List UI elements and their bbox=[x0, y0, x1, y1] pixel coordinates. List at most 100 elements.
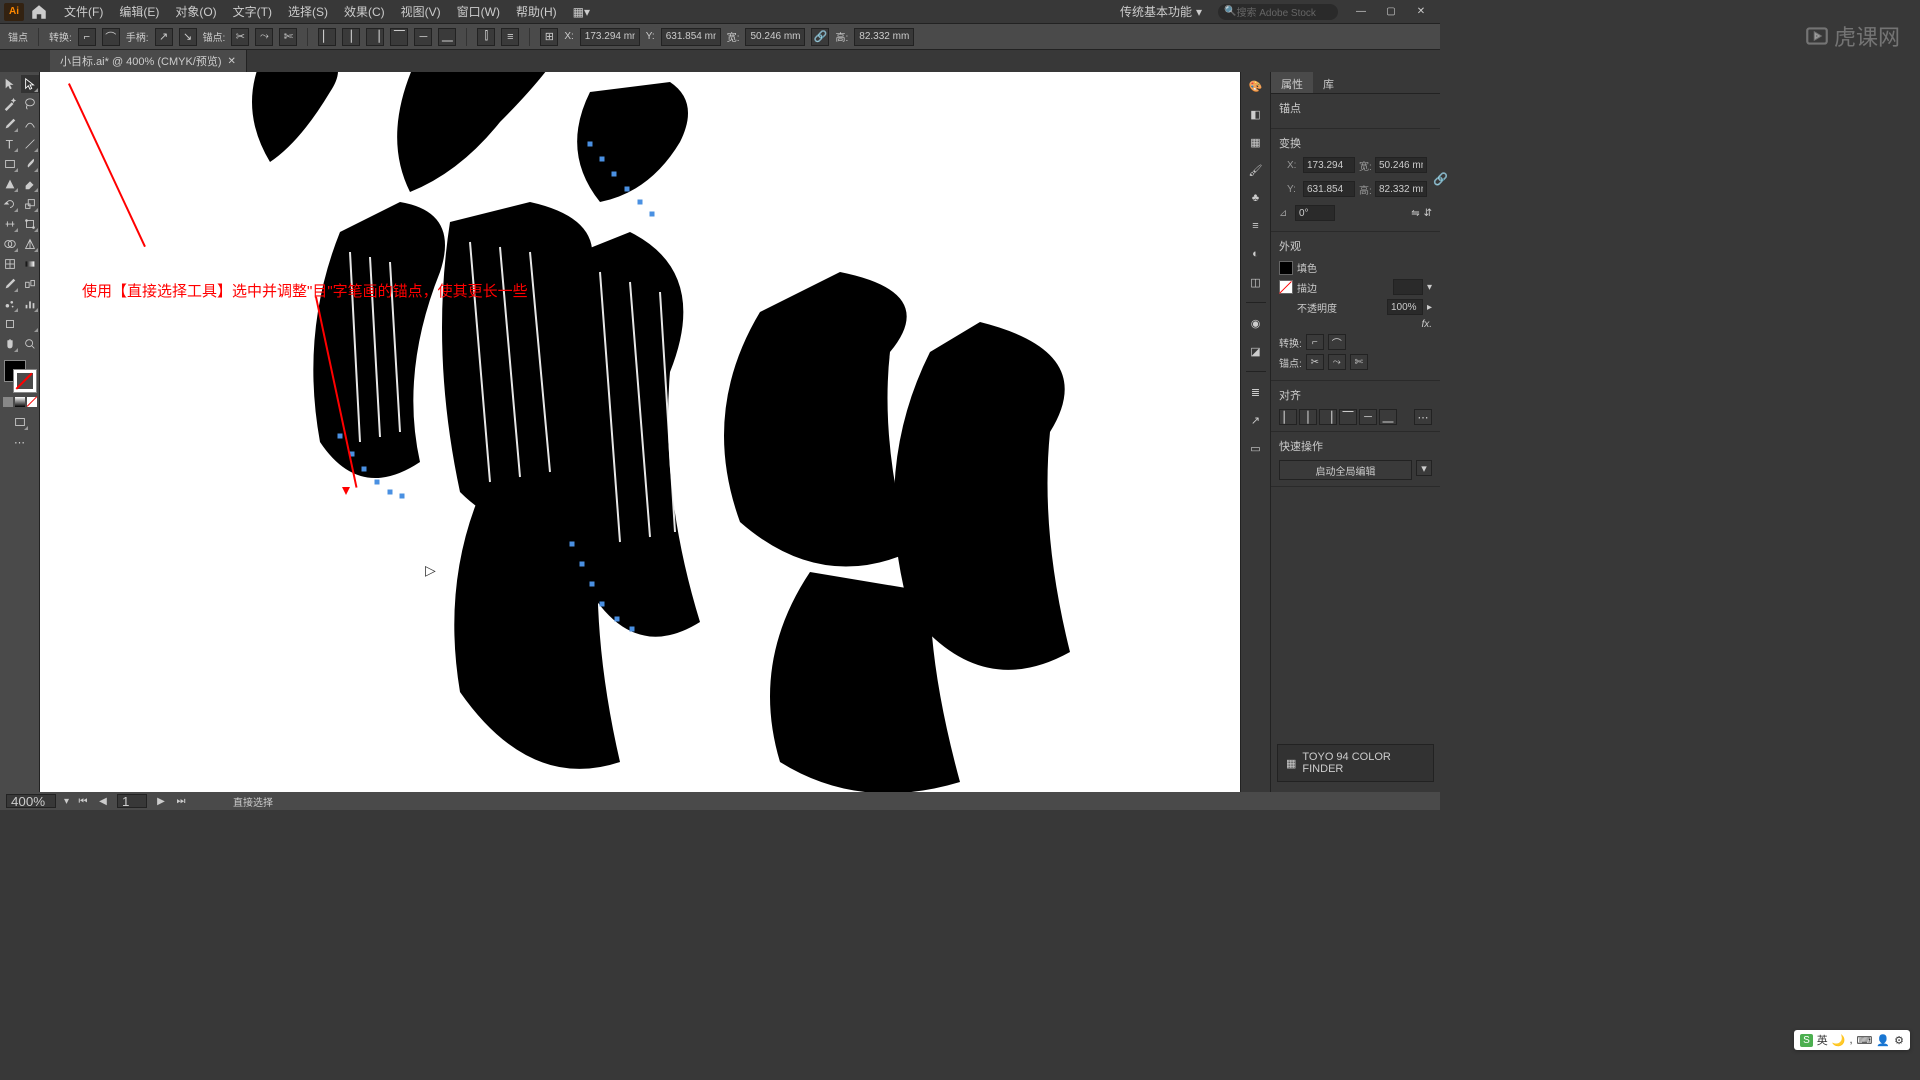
graph-tool[interactable] bbox=[21, 295, 39, 313]
menu-help[interactable]: 帮助(H) bbox=[508, 3, 565, 20]
color-mode-gradient[interactable] bbox=[15, 397, 25, 407]
anchor-cut-btn[interactable]: ✄ bbox=[1350, 354, 1368, 370]
eraser-tool[interactable] bbox=[21, 175, 39, 193]
arrange-icon[interactable]: ▦▾ bbox=[565, 5, 598, 19]
align-bottom-icon[interactable]: ⎽ bbox=[438, 28, 456, 46]
direct-selection-tool[interactable] bbox=[21, 75, 39, 93]
color-mode-none[interactable] bbox=[27, 397, 37, 407]
scale-tool[interactable] bbox=[21, 195, 39, 213]
align-right-btn[interactable]: ▕ bbox=[1319, 409, 1337, 425]
graphic-styles-icon[interactable]: ◪ bbox=[1246, 341, 1266, 361]
align-more-btn[interactable]: ⋯ bbox=[1414, 409, 1432, 425]
artboard-tool[interactable] bbox=[1, 315, 19, 333]
tab-libraries[interactable]: 库 bbox=[1313, 72, 1344, 93]
color-panel-icon[interactable]: 🎨 bbox=[1246, 76, 1266, 96]
align-bottom-btn[interactable]: ⎽ bbox=[1379, 409, 1397, 425]
color-mode-solid[interactable] bbox=[3, 397, 13, 407]
lasso-tool[interactable] bbox=[21, 95, 39, 113]
distribute-v-icon[interactable]: ≡ bbox=[501, 28, 519, 46]
width-tool[interactable] bbox=[1, 215, 19, 233]
shape-builder-tool[interactable] bbox=[1, 235, 19, 253]
eyedropper-tool[interactable] bbox=[1, 275, 19, 293]
prop-y-input[interactable] bbox=[1303, 181, 1355, 197]
prev-artboard-icon[interactable]: ◀ bbox=[97, 795, 109, 807]
first-artboard-icon[interactable]: ⏮ bbox=[77, 795, 89, 807]
prop-x-input[interactable] bbox=[1303, 157, 1355, 173]
gradient-tool[interactable] bbox=[21, 255, 39, 273]
search-stock[interactable]: 🔍 搜索 Adobe Stock bbox=[1218, 4, 1338, 20]
align-left-btn[interactable]: ▏ bbox=[1279, 409, 1297, 425]
opacity-input[interactable] bbox=[1387, 299, 1423, 315]
workspace-switcher[interactable]: 传统基本功能 ▾ bbox=[1112, 3, 1210, 20]
menu-type[interactable]: 文字(T) bbox=[225, 3, 280, 20]
free-transform-tool[interactable] bbox=[21, 215, 39, 233]
link-wh-toggle[interactable]: 🔗 bbox=[1433, 172, 1448, 186]
window-minimize[interactable]: — bbox=[1346, 2, 1376, 22]
align-hcenter-btn[interactable]: ⎮ bbox=[1299, 409, 1317, 425]
menu-edit[interactable]: 编辑(E) bbox=[111, 3, 167, 20]
global-edit-button[interactable]: 启动全局编辑 bbox=[1279, 460, 1412, 480]
edit-toolbar-icon[interactable]: ⋯ bbox=[11, 433, 29, 451]
flip-v-icon[interactable]: ⇵ bbox=[1424, 208, 1432, 219]
tab-properties[interactable]: 属性 bbox=[1271, 72, 1313, 93]
x-input[interactable] bbox=[580, 28, 640, 46]
appearance-panel-icon[interactable]: ◉ bbox=[1246, 313, 1266, 333]
h-input[interactable] bbox=[854, 28, 914, 46]
document-tab[interactable]: 小目标.ai* @ 400% (CMYK/预览) ✕ bbox=[50, 50, 247, 72]
ime-settings-icon[interactable]: ⚙ bbox=[1894, 1034, 1904, 1047]
stroke-swatch[interactable] bbox=[1279, 280, 1293, 294]
color-picker[interactable] bbox=[2, 358, 38, 394]
last-artboard-icon[interactable]: ⏭ bbox=[175, 795, 187, 807]
stroke-weight-input[interactable] bbox=[1393, 279, 1423, 295]
blend-tool[interactable] bbox=[21, 275, 39, 293]
anchor-remove-btn[interactable]: ✂ bbox=[1306, 354, 1324, 370]
menu-view[interactable]: 视图(V) bbox=[393, 3, 449, 20]
stroke-panel-icon[interactable]: ≡ bbox=[1246, 216, 1266, 236]
screen-mode-icon[interactable] bbox=[11, 413, 29, 431]
brushes-panel-icon[interactable]: 🖌 bbox=[1246, 160, 1266, 180]
cut-path-icon[interactable]: ✄ bbox=[279, 28, 297, 46]
zoom-dropdown-icon[interactable]: ▾ bbox=[64, 796, 69, 807]
align-vcenter-btn[interactable]: ─ bbox=[1359, 409, 1377, 425]
gradient-panel-icon[interactable]: ◐ bbox=[1246, 244, 1266, 264]
handles-show-icon[interactable]: ↗ bbox=[155, 28, 173, 46]
layers-panel-icon[interactable]: ≣ bbox=[1246, 382, 1266, 402]
window-close[interactable]: ✕ bbox=[1406, 2, 1436, 22]
paintbrush-tool[interactable] bbox=[21, 155, 39, 173]
swatches-panel-icon[interactable]: ▦ bbox=[1246, 132, 1266, 152]
type-tool[interactable]: T bbox=[1, 135, 19, 153]
slice-tool[interactable] bbox=[21, 315, 39, 333]
fill-swatch[interactable] bbox=[1279, 261, 1293, 275]
pen-tool[interactable] bbox=[1, 115, 19, 133]
ime-keyboard-icon[interactable]: ⌨ bbox=[1857, 1034, 1873, 1047]
hand-tool[interactable] bbox=[1, 335, 19, 353]
shaper-tool[interactable] bbox=[1, 175, 19, 193]
connect-anchor-icon[interactable]: ⤳ bbox=[255, 28, 273, 46]
link-wh-icon[interactable]: 🔗 bbox=[811, 28, 829, 46]
align-top-btn[interactable]: ⎺ bbox=[1339, 409, 1357, 425]
menu-file[interactable]: 文件(F) bbox=[56, 3, 111, 20]
asset-export-icon[interactable]: ↗ bbox=[1246, 410, 1266, 430]
reference-point-grid[interactable] bbox=[1279, 169, 1281, 189]
prop-angle-input[interactable] bbox=[1295, 205, 1335, 221]
opacity-dropdown[interactable]: ▸ bbox=[1427, 302, 1432, 313]
rotate-tool[interactable] bbox=[1, 195, 19, 213]
anchor-connect-btn[interactable]: ⤳ bbox=[1328, 354, 1346, 370]
align-vcenter-icon[interactable]: ─ bbox=[414, 28, 432, 46]
handles-hide-icon[interactable]: ↘ bbox=[179, 28, 197, 46]
next-artboard-icon[interactable]: ▶ bbox=[155, 795, 167, 807]
align-top-icon[interactable]: ⎺ bbox=[390, 28, 408, 46]
rectangle-tool[interactable] bbox=[1, 155, 19, 173]
prop-h-input[interactable] bbox=[1375, 181, 1427, 197]
w-input[interactable] bbox=[745, 28, 805, 46]
reference-point-icon[interactable]: ⊞ bbox=[540, 28, 558, 46]
flip-h-icon[interactable]: ⇋ bbox=[1411, 208, 1419, 219]
align-right-icon[interactable]: ▕ bbox=[366, 28, 384, 46]
fx-icon[interactable]: fx. bbox=[1421, 319, 1432, 330]
mesh-tool[interactable] bbox=[1, 255, 19, 273]
convert-corner-btn[interactable]: ⌐ bbox=[1306, 334, 1324, 350]
symbol-sprayer-tool[interactable] bbox=[1, 295, 19, 313]
home-icon[interactable] bbox=[30, 3, 48, 21]
y-input[interactable] bbox=[661, 28, 721, 46]
perspective-tool[interactable] bbox=[21, 235, 39, 253]
